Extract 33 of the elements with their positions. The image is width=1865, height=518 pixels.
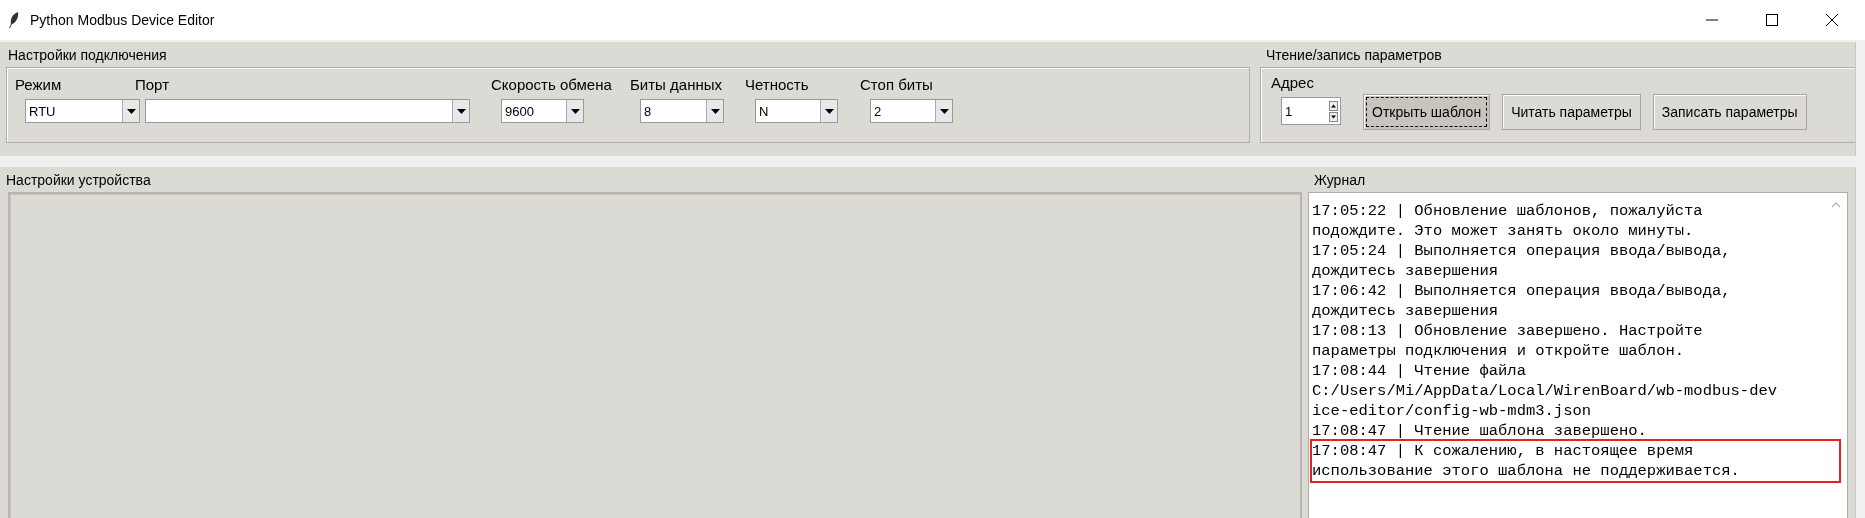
field-label: Четность: [745, 76, 810, 93]
log-entry: 17:08:47 | К сожалению, в настоящее время использование этого шаблона не поддерживается.: [1312, 441, 1839, 481]
combo-box[interactable]: 9600: [501, 99, 584, 123]
section-title: Журнал: [1313, 171, 1367, 190]
field-label: Порт: [135, 76, 170, 93]
combo-box[interactable]: 8: [640, 99, 724, 123]
feather-icon: [8, 11, 20, 29]
spin-up-icon[interactable]: [1329, 100, 1338, 111]
combo-box[interactable]: 2: [870, 99, 953, 123]
log-entry: 17:05:22 | Обновление шаблонов, пожалуйста подождите. Это может занять около минуты.: [1312, 201, 1704, 241]
close-icon[interactable]: [1825, 13, 1839, 27]
log-entry: 17:05:24 | Выполняется операция ввода/вывода, дождитесь завершения: [1312, 241, 1732, 281]
section-title: Настройки устройства: [5, 171, 152, 190]
field-label: Режим: [15, 76, 63, 93]
log-entry: 17:08:13 | Обновление завершено. Настройте параметры подключения и откройте шаблон.: [1312, 321, 1704, 361]
combo-box[interactable]: N: [755, 99, 838, 123]
spin-box[interactable]: 1: [1281, 97, 1341, 125]
section-title: Настройки подключения: [7, 46, 168, 65]
spin-down-icon[interactable]: [1329, 111, 1338, 122]
window-title: Python Modbus Device Editor: [30, 12, 215, 28]
section-title: Чтение/запись параметров: [1265, 46, 1443, 65]
action-button[interactable]: Записать параметры: [1652, 94, 1807, 130]
log-entry: 17:06:42 | Выполняется операция ввода/вывода, дождитесь завершения: [1312, 281, 1732, 321]
field-label: Адрес: [1271, 74, 1315, 91]
field-label: Скорость обмена: [491, 76, 613, 93]
maximize-icon[interactable]: [1765, 13, 1779, 27]
action-button[interactable]: Читать параметры: [1502, 94, 1641, 130]
field-label: Стоп биты: [860, 76, 934, 93]
action-button[interactable]: Открыть шаблон: [1363, 94, 1491, 130]
log-entry: 17:08:44 | Чтение файла C:/Users/Mi/AppData/Local/WirenBoard/wb-modbus-dev ice-editor/config-wb-mdm3.json: [1312, 361, 1779, 421]
combo-box[interactable]: RTU: [25, 99, 140, 123]
field-label: Биты данных: [630, 76, 723, 93]
log-entry: 17:08:47 | Чтение шаблона завершено.: [1312, 421, 1648, 441]
